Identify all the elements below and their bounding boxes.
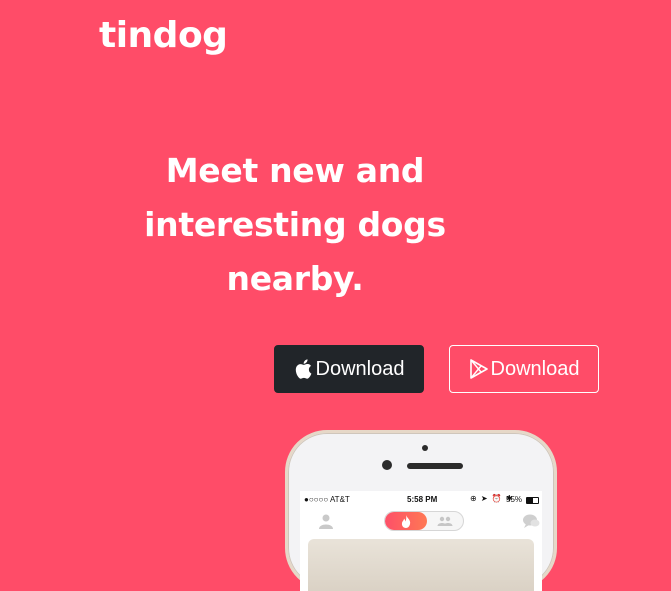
phone-screen: ●○○○○ AT&T 5:58 PM ⊕ ➤ ⏰ ✱ 55% — [300, 491, 542, 591]
apple-icon — [294, 358, 314, 380]
chat-icon[interactable] — [522, 513, 540, 529]
battery-percent: 55% — [506, 495, 523, 504]
flame-icon — [401, 514, 411, 528]
phone-mockup: ●○○○○ AT&T 5:58 PM ⊕ ➤ ⏰ ✱ 55% — [285, 430, 557, 591]
group-icon — [437, 516, 453, 526]
flame-tab[interactable] — [385, 512, 427, 530]
phone-status-bar: ●○○○○ AT&T 5:58 PM ⊕ ➤ ⏰ ✱ 55% — [300, 493, 542, 507]
profile-card[interactable] — [308, 539, 534, 591]
phone-sensor — [422, 445, 428, 451]
apple-download-button[interactable]: Download — [274, 345, 424, 393]
google-play-icon — [469, 358, 489, 380]
hero-headline: Meet new and interesting dogs nearby. — [144, 151, 446, 298]
apple-download-label: Download — [315, 357, 405, 380]
discover-toggle[interactable] — [384, 511, 464, 531]
app-top-bar — [300, 509, 542, 533]
carrier-label: ●○○○○ AT&T — [304, 495, 350, 504]
status-time: 5:58 PM — [407, 495, 438, 504]
google-play-download-button[interactable]: Download — [449, 345, 599, 393]
profile-icon[interactable] — [318, 513, 334, 529]
battery-icon — [526, 497, 539, 504]
phone-camera — [382, 460, 392, 470]
google-play-download-label: Download — [490, 357, 580, 380]
group-tab[interactable] — [431, 514, 459, 528]
brand-logo[interactable]: tindog — [99, 12, 228, 60]
phone-speaker — [407, 463, 463, 469]
